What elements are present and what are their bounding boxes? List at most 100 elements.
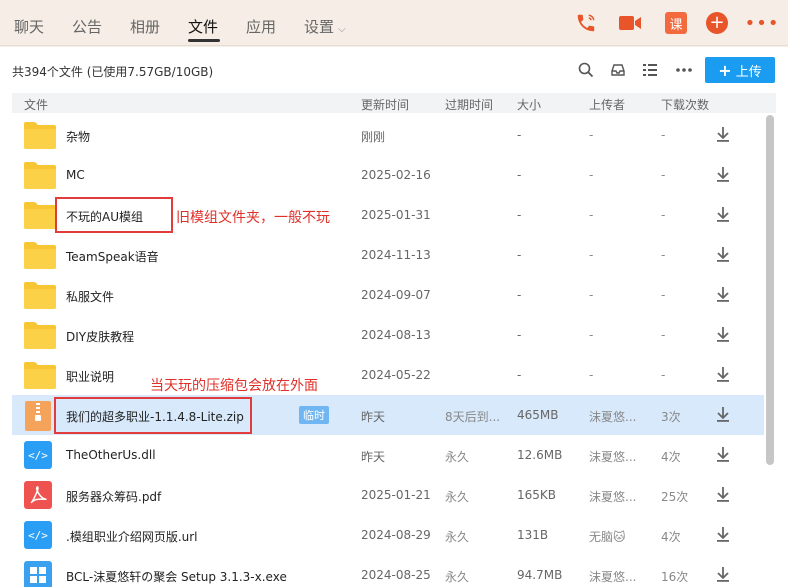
file-row[interactable]: </> TheOtherUs.dll 昨天 永久 12.6MB 沫夏悠... 4次 [12, 435, 764, 475]
file-row[interactable]: </> .模组职业介绍网页版.url 2024-08-29 永久 131B 无脑🐱 4次 [12, 515, 764, 555]
download-icon[interactable] [714, 405, 732, 425]
voice-call-icon[interactable] [574, 11, 598, 35]
file-row[interactable]: 职业说明 2024-05-22 - - - [12, 355, 764, 395]
file-row[interactable]: 服务器众筹码.pdf 2025-01-21 永久 165KB 沫夏悠... 25次 [12, 475, 764, 515]
scrollbar-thumb[interactable] [766, 115, 774, 465]
download-icon[interactable] [714, 245, 732, 265]
file-name[interactable]: 服务器众筹码.pdf [66, 488, 161, 505]
uploader: - [589, 328, 594, 342]
zip-file-icon [24, 401, 56, 431]
file-row[interactable]: 私服文件 2024-09-07 - - - [12, 275, 764, 315]
file-name[interactable]: 杂物 [66, 128, 90, 145]
svg-text:</>: </> [28, 449, 48, 462]
search-icon[interactable] [577, 61, 595, 79]
file-size: 12.6MB [517, 448, 563, 462]
expiry-time: 8天后到... [445, 410, 501, 424]
inbox-icon[interactable] [609, 61, 627, 79]
file-row[interactable]: 杂物 刚刚 - - - [12, 115, 764, 155]
file-name[interactable]: TheOtherUs.dll [66, 448, 156, 462]
col-size[interactable]: 大小 [517, 96, 541, 113]
download-icon[interactable] [714, 365, 732, 385]
list-view-icon[interactable] [641, 61, 659, 79]
download-count: 4次 [661, 530, 681, 544]
download-count: - [661, 368, 666, 382]
col-downloads[interactable]: 下载次数 [661, 96, 709, 113]
uploader: - [589, 128, 594, 142]
file-name[interactable]: 职业说明 [66, 368, 114, 385]
code-file-icon: </> [24, 521, 56, 551]
download-icon[interactable] [714, 445, 732, 465]
uploader: - [589, 208, 594, 222]
download-icon[interactable] [714, 205, 732, 225]
file-size: - [517, 248, 522, 262]
updated-time: 2024-09-07 [361, 288, 431, 302]
download-icon[interactable] [714, 165, 732, 185]
download-icon[interactable] [714, 485, 732, 505]
more-icon[interactable] [675, 61, 693, 79]
file-row[interactable]: MC 2025-02-16 - - - [12, 155, 764, 195]
uploader: - [589, 368, 594, 382]
file-panel: 共394个文件 (已使用7.57GB/10GB) + 上传 文件 更新时间 过期… [0, 47, 788, 587]
file-name[interactable]: DIY皮肤教程 [66, 328, 134, 345]
uploader: 沫夏悠... [589, 410, 637, 424]
download-icon[interactable] [714, 325, 732, 345]
download-icon[interactable] [714, 125, 732, 145]
updated-time: 2025-01-31 [361, 208, 431, 222]
tab-chat[interactable]: 聊天 [14, 16, 44, 37]
file-name[interactable]: MC [66, 168, 85, 182]
add-icon[interactable]: + [706, 12, 728, 34]
upload-button[interactable]: + 上传 [705, 57, 775, 83]
download-count: 25次 [661, 490, 689, 504]
tab-settings[interactable]: 设置 ⌵ [304, 16, 346, 37]
chevron-down-icon: ⌵ [338, 24, 346, 35]
annotation-box-1 [55, 197, 173, 233]
folder-icon [24, 321, 56, 351]
updated-time: 2025-02-16 [361, 168, 431, 182]
file-row[interactable]: BCL-沫夏悠轩の聚会 Setup 3.1.3-x.exe 2024-08-25 永… [12, 555, 764, 587]
tab-files[interactable]: 文件 [188, 16, 218, 37]
file-size: 131B [517, 528, 549, 542]
col-uploader[interactable]: 上传者 [589, 96, 625, 113]
download-icon[interactable] [714, 285, 732, 305]
uploader: 沫夏悠... [589, 490, 637, 504]
annotation-box-2 [54, 397, 252, 434]
file-row[interactable]: TeamSpeak语音 2024-11-13 - - - [12, 235, 764, 275]
col-file[interactable]: 文件 [24, 96, 48, 113]
expiry-time: 永久 [445, 570, 470, 584]
tab-album[interactable]: 相册 [130, 16, 160, 37]
tab-settings-label: 设置 [304, 18, 335, 36]
tab-apps[interactable]: 应用 [246, 16, 276, 37]
top-tab-bar: 聊天 公告 相册 文件 应用 设置 ⌵ 课 + ••• [0, 0, 788, 46]
plus-icon: + [718, 60, 732, 80]
download-count: - [661, 328, 666, 342]
file-name[interactable]: 私服文件 [66, 288, 114, 305]
uploader: 沫夏悠... [589, 450, 637, 464]
course-icon[interactable]: 课 [665, 12, 687, 34]
download-icon[interactable] [714, 565, 732, 585]
file-size: - [517, 368, 522, 382]
updated-time: 2024-08-13 [361, 328, 431, 342]
folder-icon [24, 161, 56, 191]
file-name[interactable]: TeamSpeak语音 [66, 248, 159, 265]
file-row[interactable]: DIY皮肤教程 2024-08-13 - - - [12, 315, 764, 355]
folder-icon [24, 241, 56, 271]
download-count: 3次 [661, 410, 681, 424]
col-updated[interactable]: 更新时间 [361, 96, 409, 113]
updated-time: 刚刚 [361, 130, 386, 144]
uploader: - [589, 288, 594, 302]
annotation-note-2: 当天玩的压缩包会放在外面 [150, 378, 318, 394]
download-icon[interactable] [714, 525, 732, 545]
uploader: 沫夏悠... [589, 570, 637, 584]
file-name[interactable]: BCL-沫夏悠轩の聚会 Setup 3.1.3-x.exe [66, 568, 287, 585]
col-expiry[interactable]: 过期时间 [445, 96, 493, 113]
tab-announcements[interactable]: 公告 [72, 16, 102, 37]
file-name[interactable]: .模组职业介绍网页版.url [66, 528, 198, 545]
file-size: - [517, 288, 522, 302]
video-call-icon[interactable] [618, 11, 642, 35]
temporary-badge: 临时 [299, 406, 329, 424]
folder-icon [24, 361, 56, 391]
expiry-time: 永久 [445, 530, 470, 544]
download-count: 16次 [661, 570, 689, 584]
more-options-icon[interactable]: ••• [745, 11, 779, 35]
folder-icon [24, 201, 56, 231]
